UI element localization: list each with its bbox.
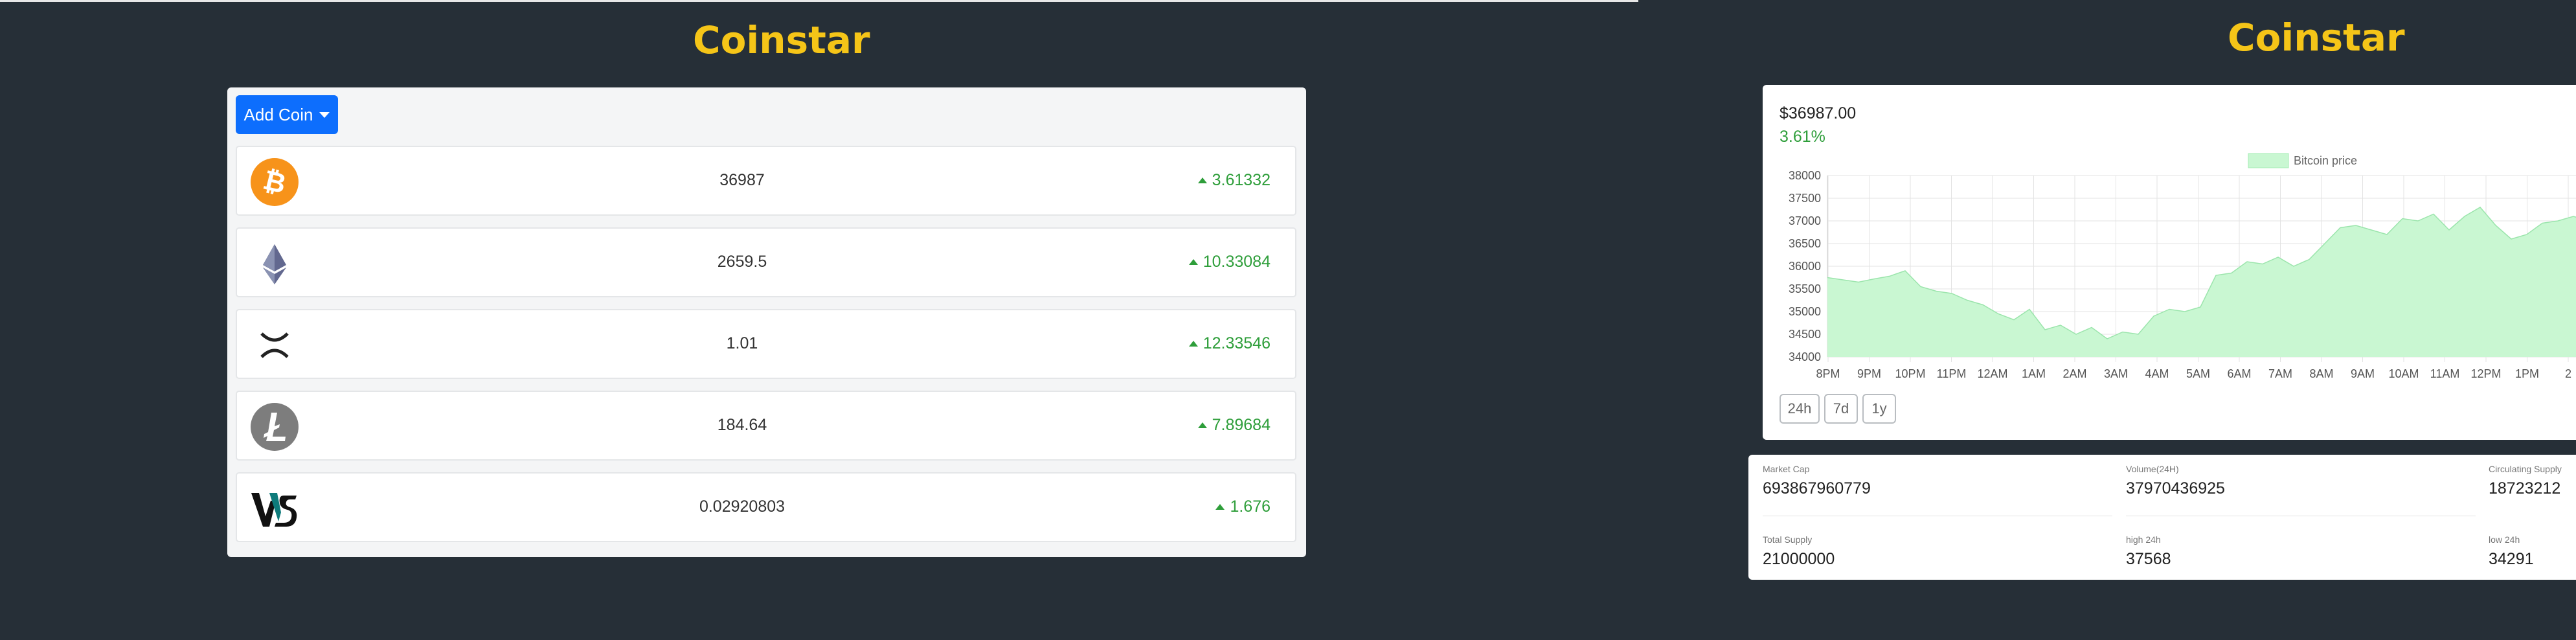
y-tick-label: 34500	[1789, 328, 1821, 341]
detail-page-title: Coinstar	[2228, 16, 2405, 60]
market-cap-value: 693867960779	[1763, 479, 1871, 497]
x-tick-label: 7AM	[2268, 367, 2292, 380]
coin-row-ethereum[interactable]: 2659.5 10.33084	[236, 227, 1296, 297]
price-chart: Bitcoin price 38000 37500 37000 36500 36000 3…	[1789, 153, 2576, 380]
volume-label: Volume(24H)	[2126, 464, 2179, 474]
x-tick-label: 2AM	[2062, 367, 2086, 380]
x-tick-label: 11PM	[1937, 367, 1967, 380]
x-tick-label: 12AM	[1977, 367, 2007, 380]
low-24h-label: low 24h	[2489, 534, 2520, 545]
coin-change-value: 7.89684	[1212, 416, 1271, 434]
coin-price: 36987	[719, 171, 765, 189]
y-tick-label: 35000	[1789, 305, 1821, 318]
range-1y-button[interactable]: 1y	[1862, 394, 1896, 424]
x-tick-label: 9PM	[1857, 367, 1881, 380]
x-tick-label: 2	[2565, 367, 2571, 380]
litecoin-icon	[251, 403, 299, 451]
x-tick-label: 10PM	[1895, 367, 1925, 380]
coin-change: 7.89684	[1197, 416, 1271, 435]
chevron-down-icon	[319, 111, 330, 118]
coin-change: 3.61332	[1197, 171, 1271, 190]
coin-row-xrp[interactable]: 1.01 12.33546	[236, 309, 1296, 379]
total-supply-label: Total Supply	[1763, 534, 1813, 545]
y-tick-label: 34000	[1789, 350, 1821, 363]
ws-logo-icon	[251, 493, 297, 527]
x-tick-label: 3AM	[2104, 367, 2128, 380]
range-label: 7d	[1833, 400, 1849, 417]
low-24h-value: 34291	[2489, 550, 2534, 568]
top-divider	[0, 0, 1638, 2]
x-tick-label: 1PM	[2515, 367, 2539, 380]
range-label: 1y	[1871, 400, 1887, 417]
arrow-up-icon	[1197, 177, 1207, 183]
coin-change: 10.33084	[1188, 253, 1271, 271]
x-tick-label: 4AM	[2145, 367, 2169, 380]
y-tick-label: 36500	[1789, 237, 1821, 250]
x-tick-label: 1AM	[2022, 367, 2046, 380]
coin-price: 0.02920803	[699, 497, 785, 516]
high-24h-value: 37568	[2126, 550, 2171, 568]
circulating-supply-label: Circulating Supply	[2489, 464, 2562, 474]
price-chart-card: $36987.00 3.61% Bitcoin price 38000 37500…	[1763, 85, 2576, 440]
range-label: 24h	[1787, 400, 1812, 417]
coin-price: 1.01	[726, 334, 758, 352]
ethereum-icon	[263, 244, 286, 284]
y-tick-label: 36000	[1789, 260, 1821, 273]
x-tick-label: 5AM	[2186, 367, 2210, 380]
x-tick-label: 9AM	[2351, 367, 2375, 380]
coin-price: 2659.5	[717, 253, 767, 271]
legend-label: Bitcoin price	[2294, 154, 2357, 167]
arrow-up-icon	[1188, 341, 1198, 347]
add-coin-label: Add Coin	[243, 104, 313, 124]
x-tick-label: 10AM	[2388, 367, 2419, 380]
coin-change: 1.676	[1215, 497, 1271, 516]
market-cap-label: Market Cap	[1763, 464, 1810, 474]
x-tick-label: 6AM	[2227, 367, 2251, 380]
y-tick-label: 37500	[1789, 192, 1821, 205]
legend-swatch	[2248, 153, 2289, 168]
bitcoin-icon: ₿	[251, 158, 299, 206]
xrp-icon	[260, 332, 289, 358]
coin-stats-card: Market Cap 693867960779 Volume(24H) 3797…	[1748, 455, 2576, 580]
y-tick-label: 38000	[1789, 169, 1821, 182]
volume-value: 37970436925	[2126, 479, 2225, 497]
high-24h-label: high 24h	[2126, 534, 2161, 545]
x-tick-label: 11AM	[2430, 367, 2460, 380]
x-tick-label: 8PM	[1816, 367, 1840, 380]
coin-change-value: 12.33546	[1203, 334, 1271, 352]
x-tick-label: 12PM	[2470, 367, 2501, 380]
coin-change-value: 3.61332	[1212, 171, 1271, 189]
range-24h-button[interactable]: 24h	[1779, 394, 1820, 424]
coin-row-bitcoin[interactable]: ₿ 36987 3.61332	[236, 146, 1296, 216]
coin-price: 184.64	[717, 416, 767, 434]
coin-change: 12.33546	[1188, 334, 1271, 353]
y-tick-label: 37000	[1789, 214, 1821, 227]
total-supply-value: 21000000	[1763, 550, 1835, 568]
add-coin-button[interactable]: Add Coin	[236, 95, 338, 134]
arrow-up-icon	[1197, 422, 1207, 428]
coin-change-value: 1.676	[1230, 497, 1271, 516]
range-7d-button[interactable]: 7d	[1824, 394, 1858, 424]
arrow-up-icon	[1215, 504, 1225, 510]
coin-row-ws[interactable]: 0.02920803 1.676	[236, 472, 1296, 542]
y-tick-label: 35500	[1789, 282, 1821, 295]
coin-change-value: 10.33084	[1203, 253, 1271, 271]
price-area	[1827, 207, 2576, 357]
chart-legend: Bitcoin price	[2248, 153, 2357, 168]
coin-row-litecoin[interactable]: 184.64 7.89684	[236, 391, 1296, 461]
page-title: Coinstar	[693, 18, 870, 62]
coin-list-panel: Add Coin ₿ 36987 3.61332 2659.5 10.33084…	[227, 87, 1306, 557]
arrow-up-icon	[1188, 259, 1198, 265]
x-tick-label: 8AM	[2309, 367, 2333, 380]
circulating-supply-value: 18723212	[2489, 479, 2561, 497]
